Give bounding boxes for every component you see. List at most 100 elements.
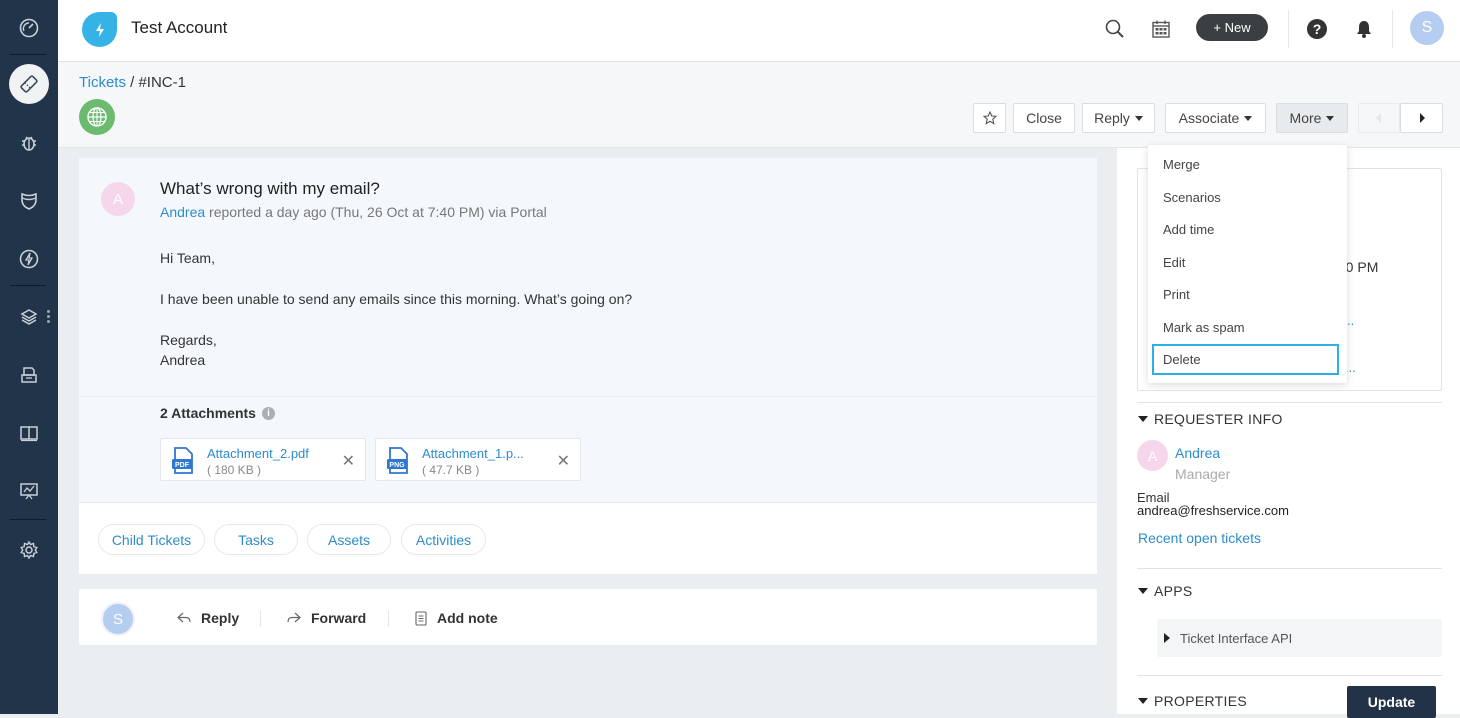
pdf-file-icon: PDF <box>172 447 193 474</box>
menu-item-mark-as-spam[interactable]: Mark as spam <box>1152 312 1339 343</box>
body-line: Regards, <box>160 332 217 348</box>
ticket-conversation-card: A What’s wrong with my email? Andrea rep… <box>79 158 1097 574</box>
previous-ticket-button[interactable] <box>1358 103 1400 133</box>
add-note-action[interactable]: Add note <box>415 610 498 626</box>
email-value: andrea@freshservice.com <box>1137 503 1289 518</box>
requester-info-toggle[interactable]: REQUESTER INFO <box>1138 411 1283 427</box>
menu-item-merge[interactable]: Merge <box>1152 149 1339 180</box>
svg-text:PDF: PDF <box>175 462 190 469</box>
bell-icon <box>1357 21 1371 38</box>
more-dropdown-menu: Merge Scenarios Add time Edit Print Mark… <box>1148 145 1347 383</box>
header-divider <box>1288 10 1289 48</box>
reply-icon <box>177 612 191 623</box>
bug-icon <box>22 136 36 151</box>
notifications-button[interactable] <box>1352 17 1376 41</box>
sidebar-divider <box>10 285 46 286</box>
sidebar <box>0 0 58 714</box>
forward-action[interactable]: Forward <box>287 610 366 626</box>
more-dropdown-button[interactable]: More <box>1276 103 1348 133</box>
sidebar-item-changes[interactable] <box>9 181 49 221</box>
properties-toggle[interactable]: PROPERTIES <box>1138 693 1247 709</box>
account-name: Test Account <box>131 18 228 37</box>
apps-toggle[interactable]: APPS <box>1138 583 1193 599</box>
search-icon <box>1105 19 1124 38</box>
recent-open-tickets-link[interactable]: Recent open tickets <box>1138 530 1261 546</box>
reply-actions-bar: S Reply Forward Add note <box>79 589 1097 645</box>
sidebar-item-problems[interactable] <box>9 123 49 163</box>
associate-dropdown-label: Associate <box>1178 110 1240 126</box>
app-name: Ticket Interface API <box>1180 630 1293 646</box>
lightning-logo-icon <box>95 22 104 37</box>
attachment-size: ( 180 KB ) <box>207 463 262 477</box>
caret-down-icon <box>1138 698 1148 704</box>
tab-tasks[interactable]: Tasks <box>214 524 298 555</box>
update-button[interactable]: Update <box>1347 686 1436 718</box>
new-button[interactable]: + New <box>1196 14 1268 41</box>
search-button[interactable] <box>1103 17 1127 41</box>
caret-down-icon <box>1134 115 1143 121</box>
menu-item-add-time[interactable]: Add time <box>1152 214 1339 245</box>
menu-item-delete[interactable]: Delete <box>1152 344 1339 375</box>
breadcrumb-current: #INC-1 <box>138 74 186 91</box>
help-button[interactable]: ? <box>1305 17 1329 41</box>
sidebar-item-reports[interactable] <box>9 471 49 511</box>
requester-link[interactable]: Andrea <box>160 204 205 220</box>
printer-icon <box>21 367 37 383</box>
attachment-name[interactable]: Attachment_2.pdf <box>207 446 309 461</box>
sidebar-item-dashboard[interactable] <box>9 8 49 48</box>
breadcrumb-tickets-link[interactable]: Tickets <box>79 74 126 91</box>
presentation-icon <box>20 483 38 500</box>
header-divider <box>1392 10 1393 48</box>
tab-activities[interactable]: Activities <box>401 524 486 555</box>
properties-heading: PROPERTIES <box>1154 693 1247 709</box>
reply-action[interactable]: Reply <box>177 610 239 626</box>
requester-avatar: A <box>1137 440 1168 471</box>
close-ticket-button[interactable]: Close <box>1013 103 1075 133</box>
tab-child-tickets[interactable]: Child Tickets <box>98 524 205 555</box>
menu-item-edit[interactable]: Edit <box>1152 247 1339 278</box>
divider <box>1137 568 1442 569</box>
sidebar-item-solutions[interactable] <box>9 413 49 453</box>
sidebar-item-assets[interactable] <box>9 297 49 337</box>
sidebar-more-handle[interactable] <box>47 310 51 324</box>
sidebar-item-contracts[interactable] <box>9 355 49 395</box>
menu-item-print[interactable]: Print <box>1152 279 1339 310</box>
user-avatar[interactable]: S <box>1410 11 1444 45</box>
calendar-icon <box>1152 20 1170 38</box>
requester-name-link[interactable]: Andrea <box>1175 445 1220 461</box>
sidebar-item-releases[interactable] <box>9 239 49 279</box>
reply-dropdown-button[interactable]: Reply <box>1082 103 1155 133</box>
reply-label: Reply <box>201 610 240 626</box>
remove-attachment-icon[interactable]: ✕ <box>557 451 570 471</box>
attachment-item[interactable]: PNG Attachment_1.p... ( 47.7 KB ) ✕ <box>375 438 581 481</box>
star-icon <box>982 111 997 125</box>
source-portal-badge <box>79 99 115 135</box>
sidebar-item-tickets[interactable] <box>9 64 49 104</box>
info-icon[interactable]: i <box>261 406 275 420</box>
body-line: I have been unable to send any emails si… <box>160 291 633 307</box>
remove-attachment-icon[interactable]: ✕ <box>342 451 355 471</box>
caret-down-icon <box>1326 115 1335 121</box>
ticket-meta-text: reported a day ago (Thu, 26 Oct at 7:40 … <box>205 204 547 220</box>
caret-down-icon <box>1138 588 1148 594</box>
caret-down-icon <box>1138 416 1148 422</box>
body-line: Hi Team, <box>160 250 215 266</box>
requester-role: Manager <box>1175 466 1231 482</box>
app-item[interactable]: Ticket Interface API <box>1157 619 1442 657</box>
divider <box>388 611 389 627</box>
calendar-button[interactable] <box>1149 17 1173 41</box>
star-button[interactable] <box>973 103 1006 133</box>
ticket-description: A What’s wrong with my email? Andrea rep… <box>79 158 1097 502</box>
attachment-name[interactable]: Attachment_1.p... <box>422 446 524 461</box>
freshservice-logo[interactable] <box>82 12 117 47</box>
attachments-count: 2 Attachments <box>160 405 256 421</box>
tab-assets[interactable]: Assets <box>307 524 391 555</box>
associate-dropdown-button[interactable]: Associate <box>1165 103 1266 133</box>
sidebar-divider <box>10 519 46 520</box>
speedometer-icon <box>19 18 39 38</box>
attachment-item[interactable]: PDF Attachment_2.pdf ( 180 KB ) ✕ <box>160 438 366 481</box>
menu-item-scenarios[interactable]: Scenarios <box>1152 182 1339 213</box>
sidebar-item-admin[interactable] <box>9 530 49 570</box>
reply-dropdown-label: Reply <box>1094 110 1130 126</box>
next-ticket-button[interactable] <box>1400 103 1443 133</box>
